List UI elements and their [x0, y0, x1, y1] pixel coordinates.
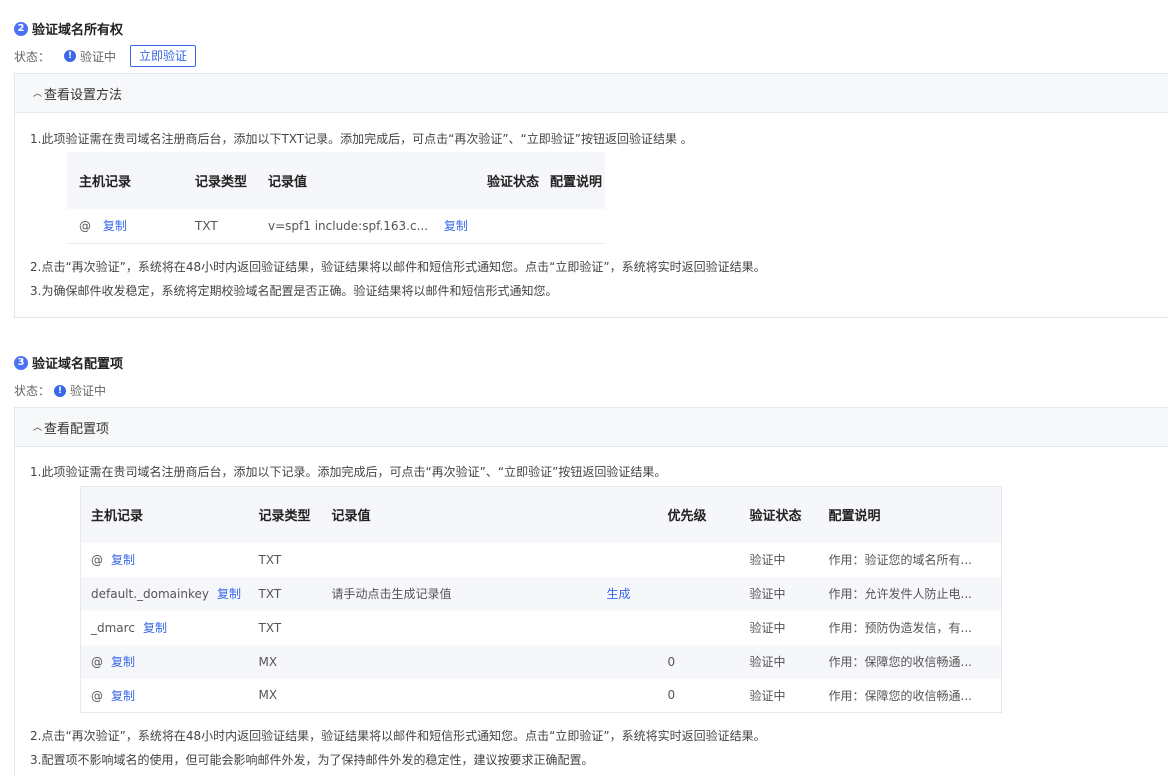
column-header: 记录值: [268, 152, 487, 209]
priority: [667, 576, 750, 611]
config-note: 作用：允许发件人防止电...: [828, 576, 1002, 611]
host-value: _dmarc: [91, 621, 135, 635]
step-badge: 3: [14, 355, 28, 370]
table-row: @ 复制 MX 0 验证中 作用：保障您的收信畅通...: [80, 644, 1002, 679]
column-header: 验证状态: [487, 152, 550, 209]
info-icon: !: [64, 50, 77, 62]
section-title: 验证域名所有权: [32, 23, 124, 38]
host-value: default._domainkey: [91, 587, 209, 601]
section2-header: 2 验证域名所有权: [14, 19, 123, 38]
generate-link[interactable]: [607, 679, 668, 713]
txt-record-table: 主机记录 记录类型 记录值 验证状态 配置说明 @ 复制 TXT v=spf1 …: [67, 152, 605, 244]
chevron-up-icon: ︿: [33, 422, 43, 433]
info-icon: !: [54, 384, 67, 397]
verify-status: 验证中: [749, 576, 829, 611]
record-value: [331, 644, 607, 679]
table-row: @ 复制 TXT 验证中 作用：验证您的域名所有...: [81, 543, 1002, 577]
config-note: 作用：预防伪造发信，有...: [828, 621, 972, 635]
table-row: default._domainkey 复制 TXT 请手动点击生成记录值 生成 验…: [80, 576, 1002, 611]
instruction-line: 3.配置项不影响域名的使用，但可能会影响邮件外发，为了保持邮件外发的稳定性，建议…: [30, 753, 594, 767]
record-type: TXT: [258, 552, 282, 567]
record-value: v=spf1 include:spf.163.c...: [268, 219, 429, 234]
column-header: 配置说明: [828, 486, 1002, 543]
panel-header[interactable]: ︿ 查看配置项: [15, 408, 1168, 447]
copy-link[interactable]: 复制: [143, 621, 167, 635]
chevron-up-icon: ︿: [33, 88, 43, 99]
record-type: TXT: [195, 218, 218, 233]
config-note: 作用：保障您的收信畅通...: [828, 644, 1002, 679]
column-header: 记录值: [331, 486, 607, 543]
status-label: 状态：: [14, 49, 51, 64]
instruction-line: 3.为确保邮件收发稳定，系统将定期校验域名配置是否正确。验证结果将以邮件和短信形…: [30, 284, 558, 298]
host-value: @: [91, 553, 103, 567]
status-label: 状态：: [14, 384, 51, 398]
record-type: TXT: [258, 576, 332, 611]
verify-status: 验证中: [749, 553, 786, 567]
verify-status: [487, 209, 550, 243]
generate-link[interactable]: [607, 543, 668, 577]
host-value: @: [91, 655, 103, 669]
record-value: 请手动点击生成记录值: [331, 576, 607, 611]
panel-title: 查看配置项: [44, 421, 110, 437]
config-note: 作用：保障您的收信畅通...: [828, 688, 972, 703]
record-value: [332, 611, 607, 645]
verify-status: 验证中: [749, 688, 786, 703]
instruction-line: 1.此项验证需在贵司域名注册商后台，添加以下记录。添加完成后，可点击“再次验证”…: [30, 465, 667, 479]
verify-status: 验证中: [749, 644, 829, 679]
generate-link[interactable]: 生成: [606, 576, 668, 611]
copy-link[interactable]: 复制: [111, 655, 135, 669]
status-value: 验证中: [80, 49, 117, 64]
priority: [668, 611, 750, 645]
config-note: [550, 209, 605, 243]
record-type: MX: [258, 644, 332, 679]
copy-link[interactable]: 复制: [103, 219, 127, 233]
record-type: TXT: [258, 620, 282, 635]
section3-header: 3 验证域名配置项: [14, 353, 123, 372]
copy-link[interactable]: 复制: [111, 689, 135, 703]
column-header: 配置说明: [550, 152, 605, 209]
column-header: 主机记录: [80, 486, 259, 543]
host-value: @: [91, 688, 103, 703]
record-value: [332, 679, 607, 713]
instruction-line: 2.点击“再次验证”，系统将在48小时内返回验证结果，验证结果将以邮件和短信形式…: [30, 729, 766, 743]
instruction-line: 2.点击“再次验证”，系统将在48小时内返回验证结果，验证结果将以邮件和短信形式…: [30, 260, 766, 274]
config-record-table: 主机记录 记录类型 记录值 优先级 验证状态 配置说明 @ 复制 TXT 验证中 …: [80, 486, 1002, 713]
copy-link[interactable]: 复制: [111, 553, 135, 567]
priority: 0: [667, 688, 676, 703]
instruction-line: 1.此项验证需在贵司域名注册商后台，添加以下TXT记录。添加完成后，可点击“再次…: [30, 132, 693, 146]
verify-now-button[interactable]: 立即验证: [130, 45, 197, 67]
copy-link[interactable]: 复制: [444, 219, 468, 233]
column-header: 验证状态: [749, 486, 829, 543]
verify-status: 验证中: [749, 621, 786, 635]
config-note: 作用：验证您的域名所有...: [828, 553, 972, 567]
column-header: 记录类型: [195, 152, 268, 209]
host-value: @: [79, 219, 91, 234]
panel-title: 查看设置方法: [44, 87, 123, 103]
panel-header[interactable]: ︿ 查看设置方法: [15, 74, 1168, 113]
priority: [668, 543, 750, 577]
column-header: [606, 486, 668, 543]
status-row: 状态： ! 验证中: [14, 382, 106, 399]
column-header: 优先级: [667, 486, 750, 543]
copy-link[interactable]: 复制: [217, 587, 241, 601]
column-header: 主机记录: [67, 152, 195, 209]
priority: 0: [667, 644, 750, 679]
table-row: @ 复制 MX 0 验证中 作用：保障您的收信畅通...: [81, 679, 1002, 713]
generate-link[interactable]: [606, 644, 668, 679]
record-type: MX: [258, 688, 278, 703]
column-header: 记录类型: [258, 486, 332, 543]
table-row: @ 复制 TXT v=spf1 include:spf.163.c... 复制: [67, 209, 605, 243]
status-row: 状态： ! 验证中 立即验证: [14, 45, 197, 67]
record-value: [332, 543, 607, 577]
table-row: _dmarc 复制 TXT 验证中 作用：预防伪造发信，有...: [81, 611, 1002, 645]
section-title: 验证域名配置项: [32, 357, 124, 372]
generate-link[interactable]: [607, 611, 668, 645]
status-value: 验证中: [70, 384, 107, 398]
step-badge: 2: [14, 21, 28, 36]
